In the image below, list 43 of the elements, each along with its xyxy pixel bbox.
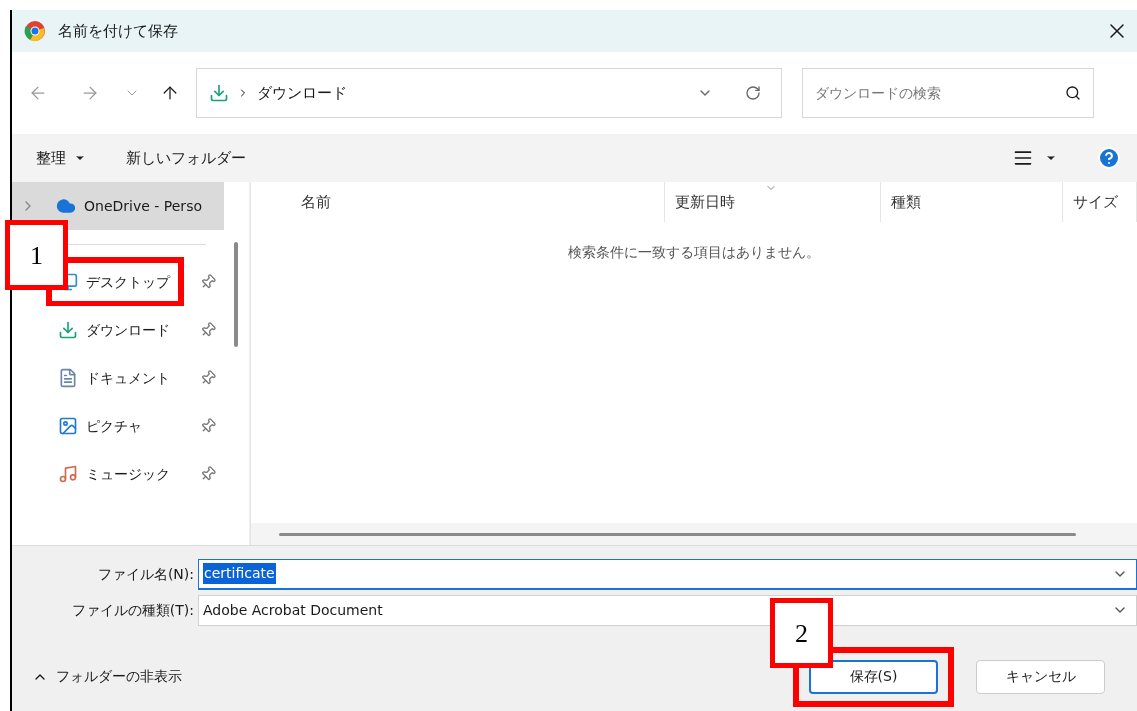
empty-message: 検索条件に一致する項目はありません。	[568, 243, 820, 262]
file-name-field[interactable]: certificate	[198, 558, 1137, 590]
music-note-icon	[58, 464, 78, 484]
sidebar-label: ダウンロード	[86, 320, 170, 340]
refresh-icon[interactable]	[745, 85, 761, 101]
new-folder-button[interactable]: 新しいフォルダー	[126, 146, 246, 170]
address-bar[interactable]: ダウンロード	[196, 68, 782, 118]
search-input[interactable]: ダウンロードの検索	[815, 82, 1065, 104]
cloud-icon	[56, 196, 77, 216]
field-label: ファイル名(N):	[96, 564, 195, 584]
hide-folders-link[interactable]: フォルダーの非表示	[56, 666, 182, 687]
file-type-text: Adobe Acrobat Document	[203, 600, 383, 620]
organize-button[interactable]: 整理	[36, 146, 86, 170]
file-type-dropdown[interactable]: Adobe Acrobat Document	[198, 594, 1137, 626]
browser-logo-icon	[24, 20, 46, 42]
document-icon	[58, 368, 78, 388]
view-menu-icon[interactable]	[1013, 148, 1033, 168]
step-number-tooltip: 1	[5, 220, 68, 290]
download-icon	[209, 83, 229, 103]
file-name-text: certificate	[203, 563, 276, 584]
download-icon	[58, 320, 78, 340]
address-text: ダウンロード	[257, 82, 347, 104]
column-header[interactable]: 名前	[301, 190, 331, 214]
sidebar-label: ピクチャ	[86, 416, 142, 436]
picture-icon	[58, 416, 78, 436]
sidebar-label: ミュージック	[86, 464, 170, 484]
column-header[interactable]: 種類	[891, 190, 921, 214]
save-button[interactable]: 保存(S)	[809, 659, 938, 694]
column-header[interactable]: 更新日時	[675, 190, 735, 214]
column-header[interactable]: サイズ	[1073, 190, 1118, 214]
step-number-tooltip: 2	[770, 598, 833, 668]
search-icon	[1065, 85, 1081, 101]
sidebar-label: デスクトップ	[86, 272, 170, 292]
field-label: ファイルの種類(T):	[70, 600, 195, 620]
scrollbar-thumb[interactable]	[234, 242, 238, 347]
search-field[interactable]: ダウンロードの検索	[802, 68, 1094, 118]
cancel-button[interactable]: キャンセル	[976, 659, 1105, 694]
sidebar-label: OneDrive - Perso	[84, 196, 202, 216]
help-icon[interactable]	[1097, 146, 1121, 170]
window-title: 名前を付けて保存	[58, 20, 178, 42]
sidebar-label: ドキュメント	[86, 368, 170, 388]
sidebar-item[interactable]: OneDrive - Perso	[12, 182, 224, 230]
horizontal-scrollbar[interactable]	[279, 532, 1076, 536]
